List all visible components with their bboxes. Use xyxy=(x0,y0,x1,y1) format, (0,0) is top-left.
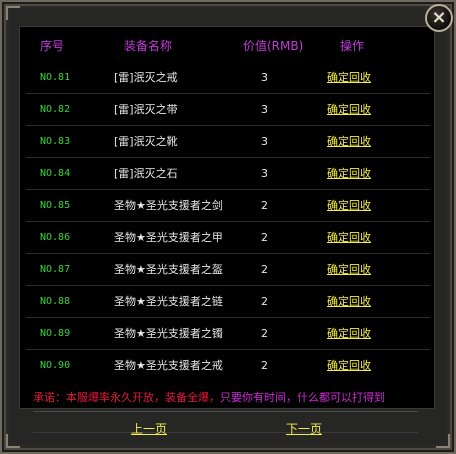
table-row: NO.83 [雷]泯灭之靴 3 确定回收 xyxy=(20,126,434,158)
item-name: 圣物★圣光支援者之盔 xyxy=(114,263,223,276)
frame-corner-ornament xyxy=(6,434,20,448)
confirm-recycle-link[interactable]: 确定回收 xyxy=(327,135,371,148)
notice-tail: 只要你有时间，什么都可以打得到 xyxy=(220,391,385,404)
item-number: NO.86 xyxy=(40,232,71,243)
confirm-recycle-link[interactable]: 确定回收 xyxy=(327,71,371,84)
close-icon: × xyxy=(431,7,447,28)
next-page-link[interactable]: 下一页 xyxy=(286,420,322,437)
table-row: NO.84 [雷]泯灭之石 3 确定回收 xyxy=(20,158,434,190)
confirm-recycle-link[interactable]: 确定回收 xyxy=(327,103,371,116)
confirm-recycle-link[interactable]: 确定回收 xyxy=(327,359,371,372)
notice-lead: 承诺：本服爆率永久开放，装备全爆， xyxy=(33,391,220,404)
item-number: NO.90 xyxy=(40,360,71,371)
header-action: 操作 xyxy=(340,39,365,53)
item-price: 2 xyxy=(261,199,268,212)
item-name: [雷]泯灭之带 xyxy=(114,103,178,116)
item-number: NO.85 xyxy=(40,200,71,211)
footer-divider xyxy=(33,411,418,412)
item-price: 2 xyxy=(261,295,268,308)
item-name: 圣物★圣光支援者之剑 xyxy=(114,199,223,212)
item-name: 圣物★圣光支援者之镯 xyxy=(114,327,223,340)
header-index: 序号 xyxy=(40,39,65,53)
item-number: NO.84 xyxy=(40,168,71,179)
confirm-recycle-link[interactable]: 确定回收 xyxy=(327,199,371,212)
header-price: 价值(RMB) xyxy=(243,39,304,53)
footer-divider xyxy=(33,432,418,433)
close-button[interactable]: × xyxy=(425,4,453,32)
confirm-recycle-link[interactable]: 确定回收 xyxy=(327,263,371,276)
table-row: NO.86 圣物★圣光支援者之甲 2 确定回收 xyxy=(20,222,434,254)
item-number: NO.87 xyxy=(40,264,71,275)
item-number: NO.83 xyxy=(40,136,71,147)
item-name: 圣物★圣光支援者之链 xyxy=(114,295,223,308)
item-price: 3 xyxy=(261,71,268,84)
item-number: NO.89 xyxy=(40,328,71,339)
table-row: NO.81 [雷]泯灭之戒 3 确定回收 xyxy=(20,62,434,94)
item-number: NO.88 xyxy=(40,296,71,307)
item-name: [雷]泯灭之石 xyxy=(114,167,178,180)
prev-page-link[interactable]: 上一页 xyxy=(131,420,167,437)
table-row: NO.90 圣物★圣光支援者之戒 2 确定回收 xyxy=(20,350,434,382)
frame-corner-ornament xyxy=(6,6,20,20)
item-price: 2 xyxy=(261,263,268,276)
header-name: 装备名称 xyxy=(124,39,173,53)
item-price: 3 xyxy=(261,135,268,148)
frame-corner-ornament xyxy=(436,434,450,448)
confirm-recycle-link[interactable]: 确定回收 xyxy=(327,327,371,340)
item-price: 3 xyxy=(261,167,268,180)
item-name: [雷]泯灭之戒 xyxy=(114,71,178,84)
confirm-recycle-link[interactable]: 确定回收 xyxy=(327,231,371,244)
table-row: NO.87 圣物★圣光支援者之盔 2 确定回收 xyxy=(20,254,434,286)
table-row: NO.89 圣物★圣光支援者之镯 2 确定回收 xyxy=(20,318,434,350)
item-price: 2 xyxy=(261,359,268,372)
item-number: NO.81 xyxy=(40,72,71,83)
item-price: 2 xyxy=(261,231,268,244)
confirm-recycle-link[interactable]: 确定回收 xyxy=(327,295,371,308)
table-row: NO.82 [雷]泯灭之带 3 确定回收 xyxy=(20,94,434,126)
confirm-recycle-link[interactable]: 确定回收 xyxy=(327,167,371,180)
server-promise-notice: 承诺：本服爆率永久开放，装备全爆，只要你有时间，什么都可以打得到 xyxy=(33,389,385,405)
item-name: [雷]泯灭之靴 xyxy=(114,135,178,148)
item-name: 圣物★圣光支援者之戒 xyxy=(114,359,223,372)
table-row: NO.85 圣物★圣光支援者之剑 2 确定回收 xyxy=(20,190,434,222)
item-price: 3 xyxy=(261,103,268,116)
table-row: NO.88 圣物★圣光支援者之链 2 确定回收 xyxy=(20,286,434,318)
item-price: 2 xyxy=(261,327,268,340)
item-number: NO.82 xyxy=(40,104,71,115)
item-name: 圣物★圣光支援者之甲 xyxy=(114,231,223,244)
